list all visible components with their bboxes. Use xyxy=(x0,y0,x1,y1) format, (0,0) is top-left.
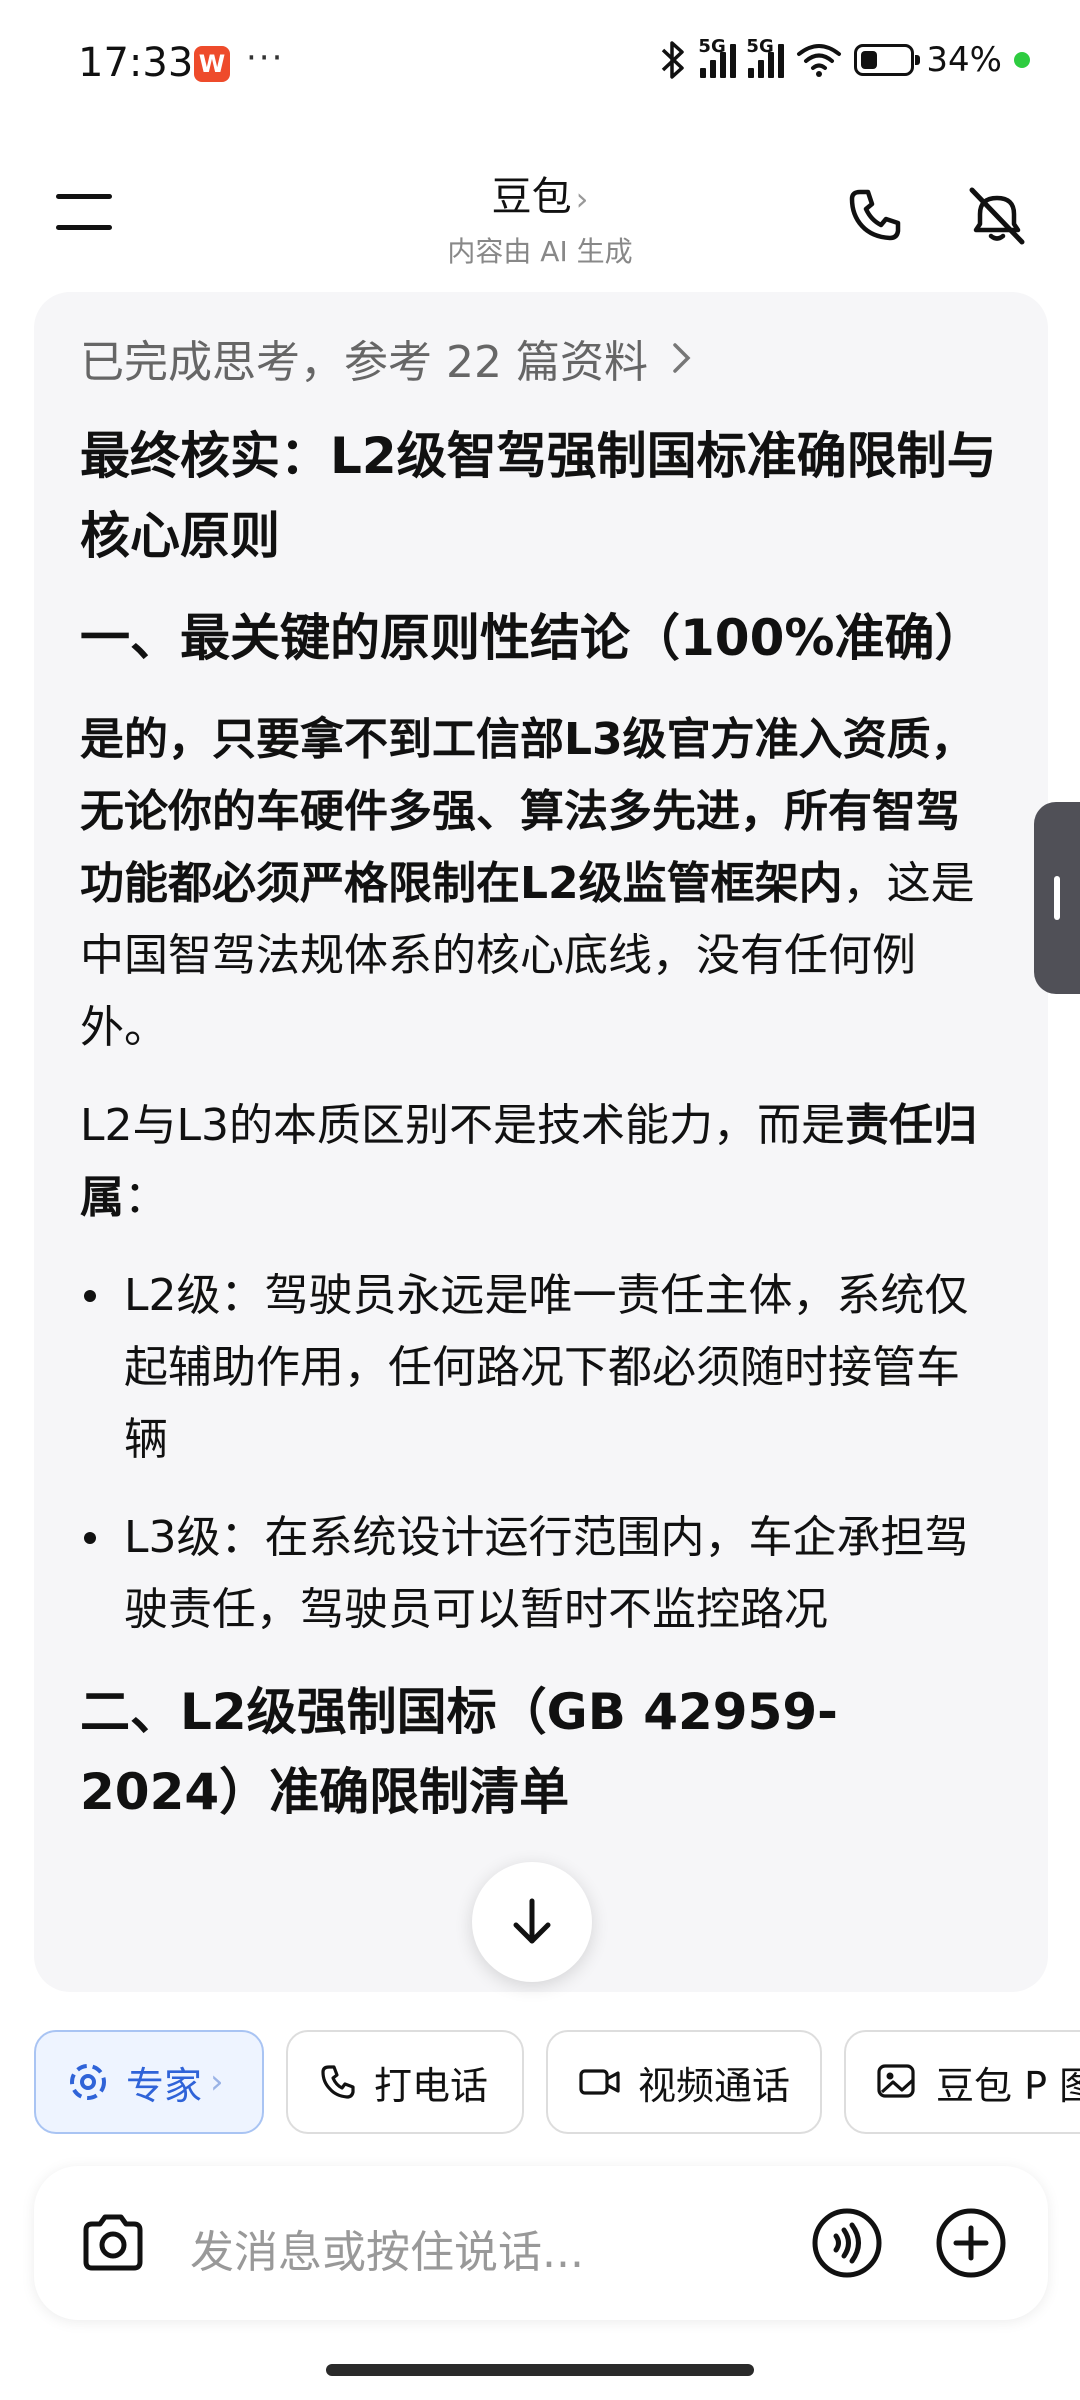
scroll-to-bottom-button[interactable] xyxy=(472,1862,592,1982)
doubao-photo-chip[interactable]: 豆包 P 图 xyxy=(844,2030,1080,2134)
section-2-title: 二、L2级强制国标（GB 42959-2024）准确限制清单 xyxy=(80,1683,838,1821)
chat-title-area[interactable]: 豆包 › 内容由 AI 生成 xyxy=(340,164,740,270)
signal-icon: 5G xyxy=(698,36,737,78)
call-chip[interactable]: 打电话 xyxy=(286,2030,524,2134)
expert-chip-label: 专家 xyxy=(126,2063,203,2108)
bullet-list: L2级：驾驶员永远是唯一责任主体，系统仅起辅助作用，任何路况下都必须随时接管车辆… xyxy=(80,1260,1002,1646)
add-icon[interactable] xyxy=(934,2206,1008,2280)
paragraph-2: L2与L3的本质区别不是技术能力，而是责任归属： xyxy=(80,1090,1002,1234)
paragraph-1-bold: 是的，只要拿不到工信部L3级官方准入资质，无论你的车硬件多强、算法多先进，所有智… xyxy=(80,714,975,909)
list-item: L3级：在系统设计运行范围内，车企承担驾驶责任，驾驶员可以暂时不监控路况 xyxy=(80,1502,1002,1646)
answer-heading: 最终核实：L2级智驾强制国标准确限制与核心原则 xyxy=(80,427,997,565)
chevron-right-icon: › xyxy=(575,180,589,218)
phone-call-icon[interactable] xyxy=(840,180,910,250)
status-icons: 5G 5G 34% xyxy=(658,36,1030,80)
call-chip-label: 打电话 xyxy=(374,2063,489,2108)
image-edit-icon xyxy=(877,2064,915,2098)
mute-speaker-icon[interactable] xyxy=(962,180,1032,250)
paragraph-2-start: L2与L3的本质区别不是技术能力，而是 xyxy=(80,1100,846,1151)
ai-message-card: 已完成思考，参考 22 篇资料 最终核实：L2级智驾强制国标准确限制与核心原则 … xyxy=(34,292,1048,1992)
chat-title[interactable]: 豆包 › xyxy=(340,164,740,222)
voice-input-icon[interactable] xyxy=(810,2206,884,2280)
battery-percent: 34% xyxy=(926,40,1002,80)
paragraph-1: 是的，只要拿不到工信部L3级官方准入资质，无论你的车硬件多强、算法多先进，所有智… xyxy=(80,704,1002,1064)
paragraph-2-end: ： xyxy=(124,1172,168,1223)
chevron-right-icon: › xyxy=(210,2062,224,2102)
chat-title-text: 豆包 xyxy=(491,174,572,220)
side-drag-handle[interactable] xyxy=(1034,802,1080,994)
thinking-summary-text: 已完成思考，参考 22 篇资料 xyxy=(80,337,648,388)
menu-icon[interactable] xyxy=(56,194,112,234)
bluetooth-icon xyxy=(662,41,685,79)
ai-generated-note: 内容由 AI 生成 xyxy=(447,235,633,268)
home-indicator[interactable] xyxy=(326,2364,754,2376)
expert-icon xyxy=(70,2064,106,2100)
battery-icon xyxy=(854,44,921,76)
chevron-right-icon xyxy=(673,343,691,373)
arrow-down-icon xyxy=(513,1898,551,1944)
video-camera-icon xyxy=(579,2069,620,2095)
chat-header: 豆包 › 内容由 AI 生成 xyxy=(0,150,1080,280)
thinking-summary[interactable]: 已完成思考，参考 22 篇资料 xyxy=(80,326,1002,390)
list-item: L2级：驾驶员永远是唯一责任主体，系统仅起辅助作用，任何路况下都必须随时接管车辆 xyxy=(80,1260,1002,1476)
camera-icon[interactable] xyxy=(76,2206,150,2280)
message-input[interactable]: 发消息或按住说话... xyxy=(190,2216,584,2280)
network-type-label-2: 5G xyxy=(746,36,774,57)
video-call-chip-label: 视频通话 xyxy=(638,2063,791,2108)
phone-icon xyxy=(321,2065,355,2099)
section-1-title: 一、最关键的原则性结论（100%准确） xyxy=(80,609,985,667)
privacy-indicator-icon xyxy=(1014,52,1030,68)
status-time: 17:33 xyxy=(78,40,194,86)
more-notifications-icon: ··· xyxy=(246,38,285,78)
wps-app-icon: W xyxy=(194,46,230,82)
wifi-icon xyxy=(797,44,842,77)
message-input-bar: 发消息或按住说话... xyxy=(34,2166,1048,2320)
network-type-label: 5G xyxy=(698,36,726,57)
signal-icon-2: 5G xyxy=(746,36,785,78)
doubao-photo-chip-label: 豆包 P 图 xyxy=(936,2063,1080,2108)
expert-chip[interactable]: 专家 › xyxy=(34,2030,264,2134)
battery-level xyxy=(861,51,878,69)
quick-action-chips: 专家 › 打电话 视频通话 豆包 P 图 xyxy=(34,2030,1080,2134)
video-call-chip[interactable]: 视频通话 xyxy=(546,2030,822,2134)
status-bar: 17:33 W ··· 5G 5G 34% xyxy=(0,0,1080,130)
